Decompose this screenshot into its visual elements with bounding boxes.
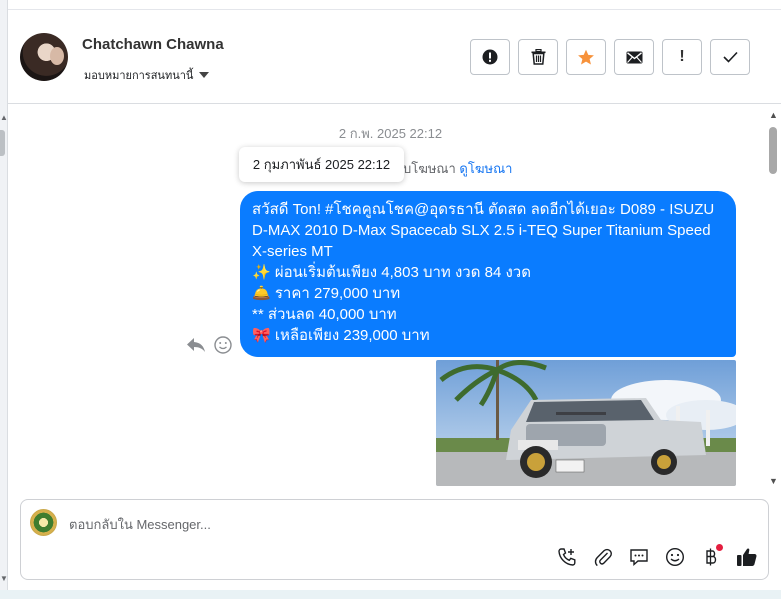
thread-scrollbar[interactable]: ▲ ▼	[767, 110, 779, 486]
message-line: ✨ ผ่อนเริ่มต้นเพียง 4,803 บาท งวด 84 งวด	[252, 264, 531, 281]
header-actions: !	[470, 39, 750, 75]
mark-done-button[interactable]	[710, 39, 750, 75]
alert-circle-icon	[482, 49, 498, 65]
attach-file-button[interactable]	[592, 546, 614, 568]
star-button[interactable]	[566, 39, 606, 75]
dropdown-caret-icon	[199, 72, 210, 78]
message-line: ** ส่วนลด 40,000 บาท	[252, 306, 397, 323]
follow-up-button[interactable]: !	[662, 39, 702, 75]
left-panel-edge: ▲ ▼	[0, 0, 8, 599]
contact-name[interactable]: Chatchawn Chawna	[82, 36, 224, 53]
paperclip-icon	[594, 548, 612, 567]
mark-unread-button[interactable]	[614, 39, 654, 75]
left-scroll-thumb[interactable]	[0, 130, 5, 156]
scroll-up-arrow-icon[interactable]: ▲	[769, 110, 778, 120]
timestamp-tooltip: 2 กุมภาพันธ์ 2025 22:12	[239, 147, 404, 182]
trash-icon	[531, 49, 545, 65]
avatar-face	[50, 47, 64, 65]
mark-spam-button[interactable]	[470, 39, 510, 75]
star-icon	[578, 49, 594, 65]
scroll-thumb[interactable]	[769, 127, 777, 174]
react-emoji-icon[interactable]	[214, 336, 232, 354]
check-icon	[722, 51, 738, 63]
conversation-header: Chatchawn Chawna มอบหมายการสนทนานี้ !	[8, 10, 781, 104]
delete-button[interactable]	[518, 39, 558, 75]
like-button[interactable]	[736, 546, 758, 568]
scroll-down-arrow-icon[interactable]: ▼	[769, 476, 778, 486]
ad-reply-text: รับโฆษณา	[396, 161, 456, 176]
view-ad-link[interactable]: ดูโฆษณา	[459, 161, 512, 176]
message-line: 🎀 เหลือเพียง 239,000 บาท	[252, 327, 430, 344]
notification-dot	[716, 544, 723, 551]
message-line: สวัสดี Ton! #โชคคูณโชค@อุดรธานี ตัดสด ลด…	[252, 201, 715, 260]
outgoing-message-bubble[interactable]: สวัสดี Ton! #โชคคูณโชค@อุดรธานี ตัดสด ลด…	[240, 191, 736, 357]
top-divider	[8, 0, 781, 10]
assign-label: มอบหมายการสนทนานี้	[84, 70, 194, 82]
message-image-pickup-truck[interactable]	[436, 360, 736, 486]
thumbs-up-icon	[737, 548, 757, 566]
composer-toolbar	[556, 544, 758, 568]
date-separator: 2 ก.พ. 2025 22:12	[338, 126, 443, 141]
assign-conversation-dropdown[interactable]: มอบหมายการสนทนานี้	[84, 66, 210, 84]
emoji-icon	[665, 547, 685, 567]
exclamation-icon: !	[679, 48, 685, 65]
saved-reply-icon	[630, 549, 648, 567]
contact-avatar[interactable]	[20, 33, 68, 81]
inbox-conversation-panel: ▲ ▼ Chatchawn Chawna มอบหมายการสนทนานี้	[0, 0, 781, 599]
scroll-down-caret-icon[interactable]: ▼	[0, 574, 8, 583]
reply-input[interactable]	[69, 514, 749, 534]
add-call-button[interactable]	[556, 546, 578, 568]
message-hover-tools	[186, 336, 232, 354]
reply-icon[interactable]	[186, 337, 206, 353]
message-line: 🛎️ ราคา 279,000 บาท	[252, 285, 401, 302]
call-add-icon	[558, 548, 576, 566]
reply-composer	[20, 499, 769, 580]
envelope-icon	[626, 51, 642, 63]
saved-replies-button[interactable]	[628, 546, 650, 568]
message-thread[interactable]: 2 ก.พ. 2025 22:12 รับโฆษณา ดูโฆษณา 2 กุม…	[8, 104, 781, 492]
page-avatar	[30, 509, 57, 536]
payment-button[interactable]	[700, 544, 723, 568]
emoji-button[interactable]	[664, 546, 686, 568]
scroll-up-caret-icon[interactable]: ▲	[0, 113, 8, 122]
bottom-strip	[0, 590, 781, 599]
truck-photo	[436, 360, 736, 486]
ad-reply-notice: รับโฆษณา ดูโฆษณา	[396, 158, 512, 179]
